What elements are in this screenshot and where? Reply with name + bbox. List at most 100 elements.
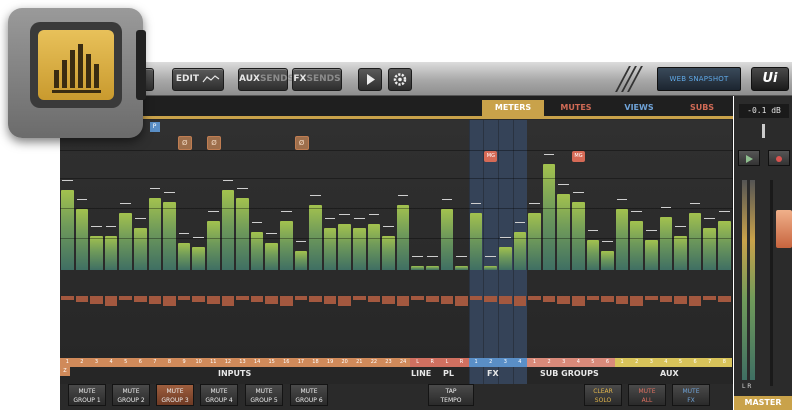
channel-number[interactable]: 8 xyxy=(162,358,177,367)
mute-line2: GROUP 1 xyxy=(73,397,101,404)
channel-number[interactable]: 4 xyxy=(571,358,586,367)
channel-number[interactable]: 1 xyxy=(60,358,75,367)
mute-all-button[interactable]: MUTE ALL xyxy=(628,384,666,406)
channel-number[interactable]: 17 xyxy=(293,358,309,367)
channel-number[interactable]: 1 xyxy=(527,358,542,367)
channel-number[interactable]: 3 xyxy=(89,358,104,367)
mute-fx-button[interactable]: MUTE FX xyxy=(672,384,710,406)
mute-group-badge[interactable]: MG xyxy=(484,151,498,162)
channel-number[interactable]: 8 xyxy=(717,358,732,367)
phase-invert-badge[interactable]: Ø xyxy=(207,136,221,150)
phase-invert-badge[interactable]: Ø xyxy=(294,136,309,150)
channel-number[interactable]: 12 xyxy=(220,358,236,367)
master-db-readout: -0.1 dB xyxy=(739,104,789,118)
channel-number[interactable]: 22 xyxy=(366,358,382,367)
clear-line1: CLEAR xyxy=(593,388,613,395)
channel-number[interactable]: 2 xyxy=(74,358,90,367)
channel-number[interactable]: 7 xyxy=(147,358,163,367)
snapshot-display[interactable]: WEB SNAPSHOT xyxy=(657,67,741,91)
master-play-button[interactable] xyxy=(738,150,760,166)
channel-number[interactable]: 14 xyxy=(249,358,265,367)
level-meter-bar xyxy=(367,224,381,270)
channel-number[interactable]: L xyxy=(439,358,455,367)
peak-hold-marker xyxy=(543,153,555,155)
channel-number[interactable]: R xyxy=(425,358,440,367)
mute-group-4-button[interactable]: MUTE GROUP 4 xyxy=(200,384,238,406)
channel-lane[interactable] xyxy=(425,120,441,384)
edit-button[interactable]: EDIT xyxy=(172,68,224,91)
channel-lane[interactable] xyxy=(454,120,470,384)
tab-views[interactable]: VIEWS xyxy=(608,100,670,116)
tap-tempo-button[interactable]: TAP TEMPO xyxy=(428,384,474,406)
z-badge[interactable]: Z xyxy=(60,367,70,376)
play-button[interactable] xyxy=(358,68,382,91)
channel-number[interactable]: 2 xyxy=(541,358,557,367)
channel-number[interactable]: 2 xyxy=(483,358,498,367)
channel-number[interactable]: 10 xyxy=(191,358,206,367)
level-meter-bar xyxy=(528,213,541,270)
channel-number[interactable]: 18 xyxy=(308,358,323,367)
tab-mutes[interactable]: MUTES xyxy=(548,100,604,116)
mute-group-5-button[interactable]: MUTE GROUP 5 xyxy=(245,384,283,406)
channel-number[interactable]: 13 xyxy=(235,358,250,367)
channel-number[interactable]: 5 xyxy=(673,358,688,367)
settings-button[interactable] xyxy=(388,68,412,91)
clear-solo-button[interactable]: CLEAR SOLO xyxy=(584,384,622,406)
tab-subs[interactable]: SUBS xyxy=(674,100,730,116)
channel-number[interactable]: 5 xyxy=(585,358,601,367)
phase-invert-badge[interactable]: Ø xyxy=(177,136,192,150)
mute-group-1-button[interactable]: MUTE GROUP 1 xyxy=(68,384,106,406)
channel-number[interactable]: 4 xyxy=(658,358,674,367)
channel-number[interactable]: 7 xyxy=(702,358,717,367)
channel-number[interactable]: 2 xyxy=(629,358,644,367)
channel-number[interactable]: 24 xyxy=(395,358,411,367)
mute-group-6-button[interactable]: MUTE GROUP 6 xyxy=(290,384,328,406)
channel-number[interactable]: 3 xyxy=(644,358,659,367)
gain-reduction-bar xyxy=(674,296,687,304)
channel-number[interactable]: 1 xyxy=(614,358,630,367)
channel-number[interactable]: 16 xyxy=(279,358,294,367)
channel-number[interactable]: 1 xyxy=(468,358,484,367)
channel-number[interactable]: 3 xyxy=(498,358,513,367)
channel-number[interactable]: 6 xyxy=(600,358,615,367)
master-meter-right xyxy=(750,180,755,380)
master-label: MASTER xyxy=(734,396,792,410)
mute-all-line1: MUTE xyxy=(638,388,656,395)
gain-reduction-bar xyxy=(192,296,205,302)
gain-reduction-bar xyxy=(309,296,322,302)
master-pan-knob[interactable] xyxy=(762,124,765,138)
channel-number[interactable]: 15 xyxy=(264,358,279,367)
peak-hold-marker xyxy=(76,199,88,201)
group-label-pl: PL xyxy=(443,369,454,378)
channel-number[interactable]: 6 xyxy=(687,358,703,367)
master-fader-cap[interactable] xyxy=(776,210,792,248)
channel-number[interactable]: 20 xyxy=(337,358,352,367)
channel-number[interactable]: 4 xyxy=(512,358,528,367)
app-icon-overlay[interactable] xyxy=(8,8,146,138)
p-badge[interactable]: P xyxy=(149,122,160,132)
peak-hold-marker xyxy=(602,241,613,242)
aux-sends-button[interactable]: AUXSENDS xyxy=(238,68,294,91)
channel-number[interactable]: L xyxy=(410,358,425,367)
channel-number[interactable]: 19 xyxy=(322,358,338,367)
tab-meters[interactable]: METERS xyxy=(482,100,544,116)
channel-number[interactable]: 9 xyxy=(176,358,192,367)
channel-number[interactable]: 4 xyxy=(103,358,119,367)
channel-number[interactable]: R xyxy=(454,358,469,367)
edit-fader-icon xyxy=(202,74,220,82)
mute-group-3-button[interactable]: MUTE GROUP 3 xyxy=(156,384,194,406)
mute-group-badge[interactable]: MG xyxy=(572,151,585,162)
channel-number[interactable]: 3 xyxy=(556,358,571,367)
channel-number[interactable]: 5 xyxy=(118,358,133,367)
level-meter-bar xyxy=(353,228,366,270)
channel-lane[interactable] xyxy=(410,120,426,384)
channel-number[interactable]: 11 xyxy=(206,358,221,367)
channel-number[interactable]: 21 xyxy=(352,358,367,367)
master-record-button[interactable] xyxy=(768,150,790,166)
channel-number[interactable]: 6 xyxy=(133,358,148,367)
mixer-app: IN EDIT AUXSENDS FXSENDS WEB SNAPSHOT Ui… xyxy=(0,0,792,410)
fx-sends-button[interactable]: FXSENDS xyxy=(292,68,342,91)
mute-group-2-button[interactable]: MUTE GROUP 2 xyxy=(112,384,150,406)
peak-hold-marker xyxy=(310,195,321,197)
channel-number[interactable]: 23 xyxy=(381,358,396,367)
